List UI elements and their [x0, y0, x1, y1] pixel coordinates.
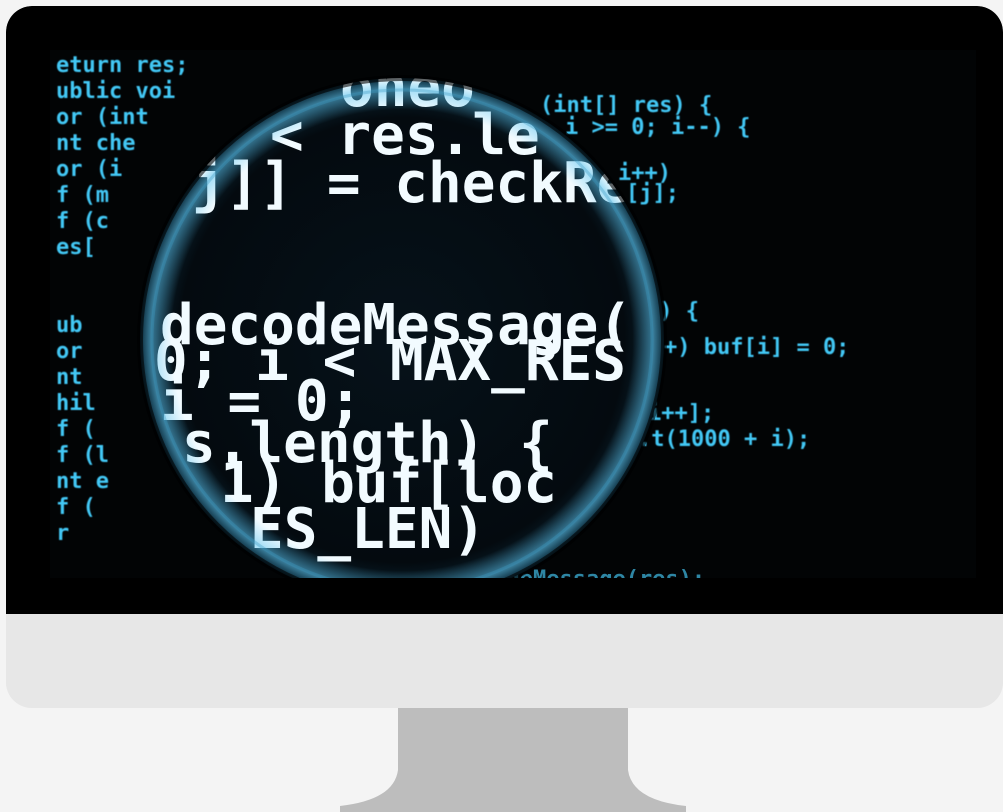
right-code-line: +) buf[i] = 0; — [664, 335, 849, 360]
monitor-body: eturn res; ublic voi or (int nt che or (i f (… — [6, 6, 1003, 708]
left-code-line: f ( — [56, 417, 96, 442]
monitor-chin — [6, 614, 1003, 708]
left-code-line: f (l — [56, 443, 109, 468]
right-code-line: .t(1000 + i); — [638, 427, 810, 452]
left-code-line: or — [56, 339, 83, 364]
left-code-line: nt — [56, 365, 83, 390]
code-screen-image: eturn res;ublic voior (intnt cheor (if (… — [56, 53, 849, 578]
left-code-line: r — [56, 521, 69, 546]
left-code-line: ublic voi — [56, 79, 175, 104]
right-code-line: i >= 0; i--) { — [565, 115, 750, 140]
left-code-line: eturn res; — [56, 53, 188, 78]
left-code-line: f (m — [56, 183, 109, 208]
monitor-screen: eturn res; ublic voi or (int nt che or (i f (… — [50, 50, 976, 578]
left-code-line: es[ — [56, 235, 96, 260]
left-code-line: hil — [56, 391, 96, 416]
left-code-line: or (int — [56, 105, 149, 130]
monitor-bezel: eturn res; ublic voi or (int nt che or (i f (… — [6, 6, 1003, 614]
right-code-line: [j]; — [626, 181, 679, 206]
left-code-line: f (c — [56, 209, 109, 234]
left-code-line: or (i — [56, 157, 122, 182]
left-code-line: ub — [56, 313, 83, 338]
left-code-line: nt e — [56, 469, 109, 494]
left-code-line: f ( — [56, 495, 96, 520]
monitor-illustration: eturn res; ublic voi or (int nt che or (i f (… — [0, 0, 1003, 812]
left-code-line: nt che — [56, 131, 135, 156]
